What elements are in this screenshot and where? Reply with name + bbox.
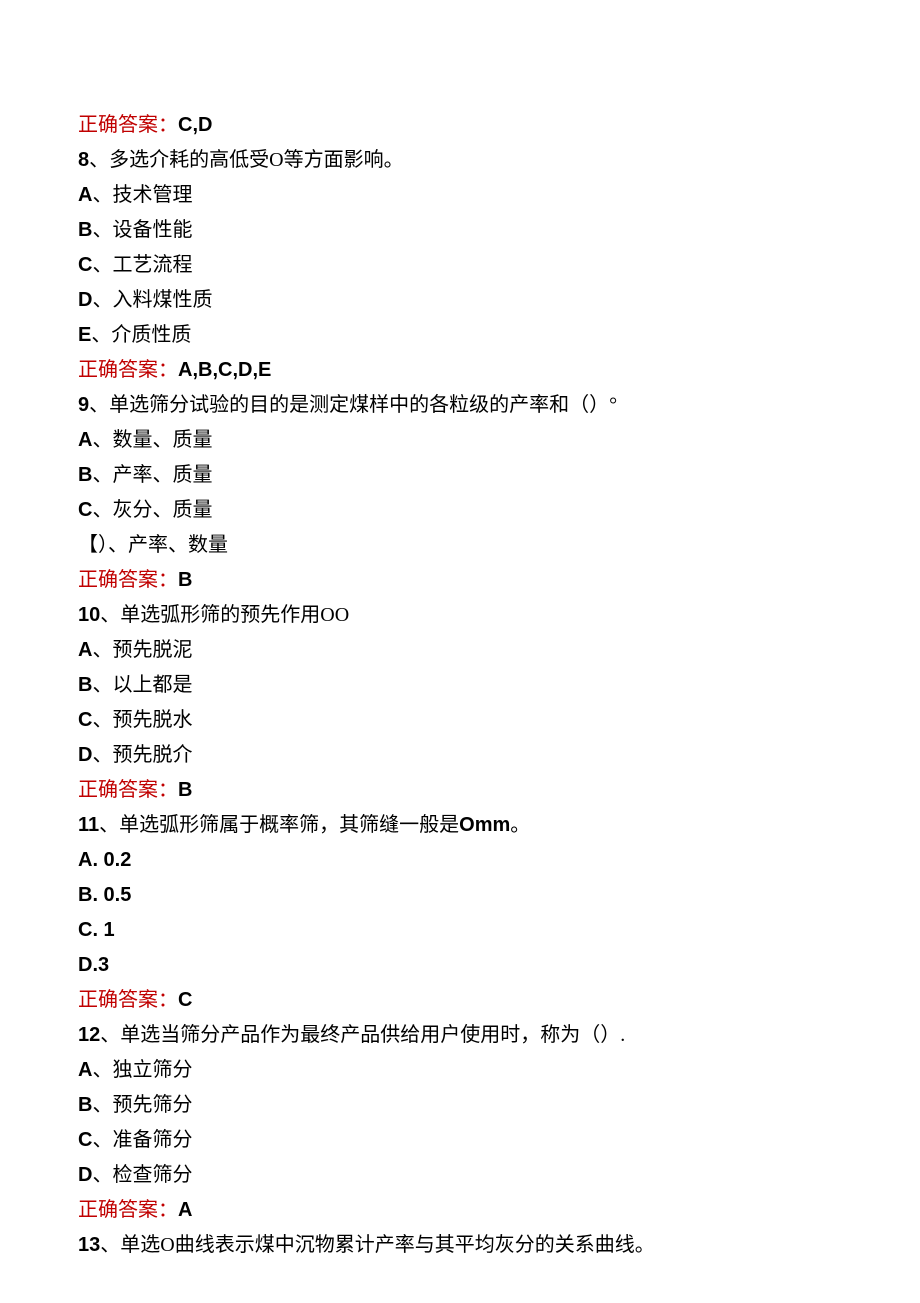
answer-label: 正确答案： — [78, 779, 178, 801]
answer-line-11: 正确答案：C — [78, 983, 842, 1018]
option-text: 、介质性质 — [91, 324, 191, 346]
option-b: B、产率、质量 — [78, 458, 842, 493]
option-letter: E — [78, 324, 91, 346]
option-letter: A — [78, 639, 92, 661]
question-number: 12 — [78, 1024, 100, 1046]
option-b: B. 0.5 — [78, 878, 842, 913]
answer-line-8: 正确答案：A,B,C,D,E — [78, 353, 842, 388]
option-text: 、预先脱介 — [92, 744, 192, 766]
option-letter: A — [78, 429, 92, 451]
option-d: D、入料煤性质 — [78, 283, 842, 318]
option-letter: A — [78, 1059, 92, 1081]
answer-value: C — [178, 989, 192, 1011]
option-b: B、预先筛分 — [78, 1088, 842, 1123]
option-text: 【）、产率、数量 — [78, 534, 228, 556]
option-text: 、入料煤性质 — [92, 289, 212, 311]
option-letter: A — [78, 184, 92, 206]
question-text: 、单选弧形筛的预先作用OO — [100, 604, 349, 626]
option-text: 、准备筛分 — [92, 1129, 192, 1151]
option-letter: B — [78, 674, 92, 696]
question-11: 11、单选弧形筛属于概率筛，其筛缝一般是Omm。 — [78, 808, 842, 843]
option-c: C、灰分、质量 — [78, 493, 842, 528]
option-letter: C — [78, 1129, 92, 1151]
answer-label: 正确答案： — [78, 1199, 178, 1221]
option-c: C、工艺流程 — [78, 248, 842, 283]
question-number: 8 — [78, 149, 89, 171]
option-c: C、准备筛分 — [78, 1123, 842, 1158]
option-b: B、设备性能 — [78, 213, 842, 248]
option-d: D、检查筛分 — [78, 1158, 842, 1193]
option-letter: C — [78, 254, 92, 276]
option-letter: C — [78, 709, 92, 731]
option-b: B、以上都是 — [78, 668, 842, 703]
answer-value: A — [178, 1199, 192, 1221]
option-text: 、预先筛分 — [92, 1094, 192, 1116]
question-text: 、单选弧形筛属于概率筛，其筛缝一般是 — [99, 814, 459, 836]
question-text-inline: Omm — [459, 814, 510, 836]
question-number: 10 — [78, 604, 100, 626]
option-c: C、预先脱水 — [78, 703, 842, 738]
option-letter: D — [78, 289, 92, 311]
option-d: D、预先脱介 — [78, 738, 842, 773]
question-text: 、多选介耗的高低受O等方面影响。 — [89, 149, 403, 171]
answer-value: B — [178, 779, 192, 801]
option-text: 、独立筛分 — [92, 1059, 192, 1081]
option-letter: B — [78, 1094, 92, 1116]
option-text: 、灰分、质量 — [92, 499, 212, 521]
question-text: 、单选O曲线表示煤中沉物累计产率与其平均灰分的关系曲线。 — [100, 1234, 654, 1256]
answer-value: B — [178, 569, 192, 591]
question-text: 、单选筛分试验的目的是测定煤样中的各粒级的产率和（）° — [89, 394, 617, 416]
answer-label: 正确答案： — [78, 989, 178, 1011]
question-9: 9、单选筛分试验的目的是测定煤样中的各粒级的产率和（）° — [78, 388, 842, 423]
question-12: 12、单选当筛分产品作为最终产品供给用户使用时，称为（）. — [78, 1018, 842, 1053]
option-text: 、工艺流程 — [92, 254, 192, 276]
option-letter: D — [78, 1164, 92, 1186]
answer-line-10: 正确答案：B — [78, 773, 842, 808]
option-e: E、介质性质 — [78, 318, 842, 353]
option-letter: C — [78, 499, 92, 521]
document-page: 正确答案：C,D 8、多选介耗的高低受O等方面影响。 A、技术管理 B、设备性能… — [0, 0, 920, 1303]
option-text: 、技术管理 — [92, 184, 192, 206]
option-text: 、数量、质量 — [92, 429, 212, 451]
question-13: 13、单选O曲线表示煤中沉物累计产率与其平均灰分的关系曲线。 — [78, 1228, 842, 1263]
option-a: A、技术管理 — [78, 178, 842, 213]
answer-line-7: 正确答案：C,D — [78, 108, 842, 143]
option-text: 、检查筛分 — [92, 1164, 192, 1186]
answer-line-9: 正确答案：B — [78, 563, 842, 598]
question-text: 、单选当筛分产品作为最终产品供给用户使用时，称为（）. — [100, 1024, 625, 1046]
option-text: 、预先脱水 — [92, 709, 192, 731]
option-c: C. 1 — [78, 913, 842, 948]
option-text: 、以上都是 — [92, 674, 192, 696]
option-letter: B — [78, 219, 92, 241]
answer-label: 正确答案： — [78, 114, 178, 136]
option-a: A、数量、质量 — [78, 423, 842, 458]
answer-value: A,B,C,D,E — [178, 359, 271, 381]
option-text: 、设备性能 — [92, 219, 192, 241]
option-d: D.3 — [78, 948, 842, 983]
answer-value: C,D — [178, 114, 212, 136]
question-10: 10、单选弧形筛的预先作用OO — [78, 598, 842, 633]
answer-label: 正确答案： — [78, 569, 178, 591]
question-text-tail: 。 — [510, 814, 530, 836]
option-text: 、产率、质量 — [92, 464, 212, 486]
option-a: A. 0.2 — [78, 843, 842, 878]
option-text: 、预先脱泥 — [92, 639, 192, 661]
question-number: 11 — [78, 814, 99, 836]
option-d: 【）、产率、数量 — [78, 528, 842, 563]
answer-line-12: 正确答案：A — [78, 1193, 842, 1228]
option-a: A、独立筛分 — [78, 1053, 842, 1088]
question-number: 13 — [78, 1234, 100, 1256]
option-a: A、预先脱泥 — [78, 633, 842, 668]
option-letter: B — [78, 464, 92, 486]
question-8: 8、多选介耗的高低受O等方面影响。 — [78, 143, 842, 178]
question-number: 9 — [78, 394, 89, 416]
answer-label: 正确答案： — [78, 359, 178, 381]
option-letter: D — [78, 744, 92, 766]
